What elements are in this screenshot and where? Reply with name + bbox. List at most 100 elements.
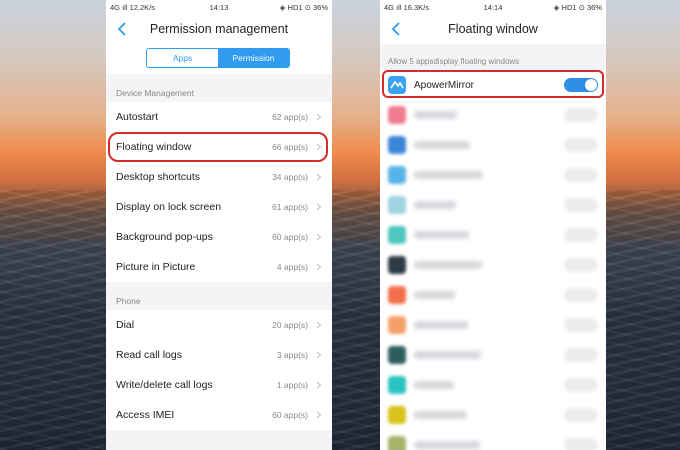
floating-window-toggle[interactable] [564, 288, 598, 302]
floating-window-toggle[interactable] [564, 258, 598, 272]
chevron-right-icon [316, 381, 322, 389]
allow-summary: Allow 5 appsdisplay floating windows [380, 44, 606, 70]
app-name-obscured [414, 411, 467, 419]
floating-window-toggle[interactable] [564, 228, 598, 242]
app-row[interactable] [380, 430, 606, 450]
permission-row[interactable]: Picture in Picture 4 app(s) [106, 252, 332, 282]
app-count: 3 app(s) [276, 350, 308, 360]
status-bar: 4G ıll 16.3K/s 14:14 ◈ HD1 ⊙ 36% [380, 0, 606, 14]
app-row[interactable] [380, 250, 606, 280]
app-count: 60 app(s) [272, 232, 308, 242]
app-icon [388, 136, 406, 154]
permission-label: Access IMEI [116, 409, 175, 421]
permission-label: Read call logs [116, 349, 182, 361]
app-row[interactable] [380, 370, 606, 400]
app-name-obscured [414, 141, 470, 149]
app-name-obscured [414, 171, 483, 179]
floating-window-toggle[interactable] [564, 318, 598, 332]
app-icon [388, 106, 406, 124]
app-name-obscured [414, 291, 455, 299]
section-list: Autostart 62 app(s) Floating window 66 app(… [106, 102, 332, 282]
app-count: 1 app(s) [276, 380, 308, 390]
title-bar: Permission management [106, 14, 332, 44]
permission-label: Display on lock screen [116, 201, 222, 213]
status-battery: ◈ HD1 ⊙ 36% [279, 3, 328, 12]
app-icon [388, 436, 406, 450]
back-arrow-icon[interactable] [390, 21, 404, 37]
permission-row[interactable]: Display on lock screen 61 app(s) [106, 192, 332, 222]
app-row[interactable] [380, 220, 606, 250]
phone-permission-management: 4G ıll 12.2K/s 14:13 ◈ HD1 ⊙ 36% Permiss… [106, 0, 332, 450]
app-count: 60 app(s) [272, 410, 308, 420]
section-list: Dial 20 app(s) Read call logs 3 app(s) Write… [106, 310, 332, 430]
app-row[interactable] [380, 130, 606, 160]
status-bar: 4G ıll 12.2K/s 14:13 ◈ HD1 ⊙ 36% [106, 0, 332, 14]
chevron-right-icon [316, 203, 322, 211]
app-icon [388, 166, 406, 184]
app-row[interactable] [380, 340, 606, 370]
permission-row[interactable]: Access IMEI 60 app(s) [106, 400, 332, 430]
floating-window-toggle[interactable] [564, 168, 598, 182]
permission-label: Dial [116, 319, 135, 331]
tab-apps[interactable]: Apps [147, 49, 218, 67]
app-row[interactable] [380, 100, 606, 130]
permission-row[interactable]: Autostart 62 app(s) [106, 102, 332, 132]
back-arrow-icon[interactable] [116, 21, 130, 37]
page-title: Permission management [149, 22, 289, 36]
floating-window-toggle[interactable] [564, 438, 598, 450]
permission-row[interactable]: Write/delete call logs 1 app(s) [106, 370, 332, 400]
chevron-right-icon [316, 351, 322, 359]
app-count: 4 app(s) [276, 262, 308, 272]
phone-floating-window: 4G ıll 16.3K/s 14:14 ◈ HD1 ⊙ 36% Floatin… [380, 0, 606, 450]
app-list: ApowerMirror [380, 70, 606, 450]
app-row[interactable]: ApowerMirror [380, 70, 606, 100]
floating-window-toggle[interactable] [564, 108, 598, 122]
floating-window-toggle[interactable] [564, 348, 598, 362]
permission-row[interactable]: Desktop shortcuts 34 app(s) [106, 162, 332, 192]
app-name-obscured [414, 111, 457, 119]
chevron-right-icon [316, 113, 322, 121]
floating-window-toggle[interactable] [564, 378, 598, 392]
section-header: Phone [106, 282, 332, 310]
app-name-obscured [414, 381, 454, 389]
app-icon [388, 346, 406, 364]
permission-label: Desktop shortcuts [116, 171, 201, 183]
floating-window-toggle[interactable] [564, 408, 598, 422]
permission-label: Background pop-ups [116, 231, 213, 243]
app-name-obscured [414, 231, 469, 239]
permission-row[interactable]: Read call logs 3 app(s) [106, 340, 332, 370]
permission-label: Write/delete call logs [116, 379, 213, 391]
app-row[interactable] [380, 310, 606, 340]
app-icon [388, 286, 406, 304]
chevron-right-icon [316, 173, 322, 181]
chevron-right-icon [316, 233, 322, 241]
app-row[interactable] [380, 160, 606, 190]
app-name-obscured [414, 261, 482, 269]
segmented-control: Apps Permission [146, 48, 290, 68]
app-row[interactable] [380, 280, 606, 310]
title-bar: Floating window [380, 14, 606, 44]
app-name-obscured [414, 201, 456, 209]
app-icon [388, 196, 406, 214]
permission-label: Picture in Picture [116, 261, 196, 273]
section-header: Device Management [106, 74, 332, 102]
permission-row[interactable]: Background pop-ups 60 app(s) [106, 222, 332, 252]
status-battery: ◈ HD1 ⊙ 36% [553, 3, 602, 12]
floating-window-toggle[interactable] [564, 138, 598, 152]
chevron-right-icon [316, 263, 322, 271]
permission-row[interactable]: Dial 20 app(s) [106, 310, 332, 340]
app-name-obscured [414, 321, 468, 329]
permission-row[interactable]: Floating window 66 app(s) [106, 132, 332, 162]
floating-window-toggle[interactable] [564, 198, 598, 212]
app-icon [388, 226, 406, 244]
permission-sections: Device Management Autostart 62 app(s) Float… [106, 74, 332, 430]
app-row[interactable] [380, 190, 606, 220]
tab-permission[interactable]: Permission [218, 49, 289, 67]
app-icon [388, 376, 406, 394]
highlight-outline [108, 132, 328, 162]
app-count: 62 app(s) [272, 112, 308, 122]
page-title: Floating window [448, 22, 538, 36]
app-count: 34 app(s) [272, 172, 308, 182]
app-name-obscured [414, 441, 480, 449]
app-row[interactable] [380, 400, 606, 430]
